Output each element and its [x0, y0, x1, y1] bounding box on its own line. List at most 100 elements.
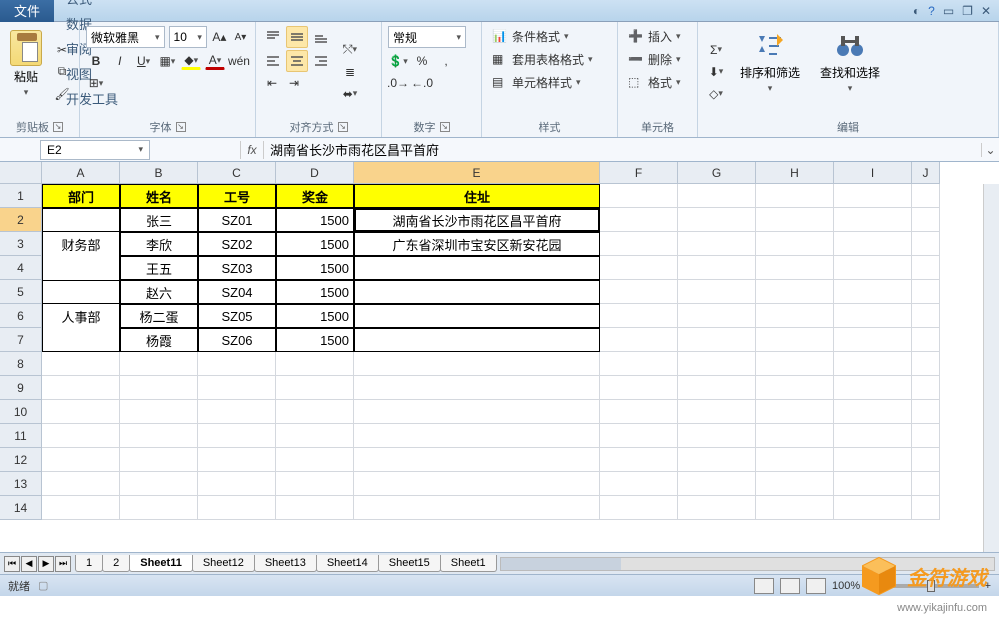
- cell[interactable]: [756, 208, 834, 232]
- vertical-scrollbar[interactable]: [983, 184, 999, 552]
- cell[interactable]: 1500: [276, 328, 354, 352]
- column-header[interactable]: J: [912, 162, 940, 184]
- clipboard-dialog-launcher[interactable]: ↘: [53, 122, 63, 132]
- name-box[interactable]: E2▾: [40, 140, 150, 160]
- cell[interactable]: [42, 352, 120, 376]
- help-icon[interactable]: ?: [928, 4, 935, 18]
- cell[interactable]: [42, 256, 120, 280]
- cell[interactable]: [120, 352, 198, 376]
- cell[interactable]: [756, 280, 834, 304]
- cell[interactable]: SZ06: [198, 328, 276, 352]
- cell[interactable]: SZ03: [198, 256, 276, 280]
- italic-button[interactable]: I: [110, 52, 130, 70]
- cell[interactable]: [834, 208, 912, 232]
- cell[interactable]: [834, 352, 912, 376]
- row-header[interactable]: 10: [0, 400, 42, 424]
- row-header[interactable]: 9: [0, 376, 42, 400]
- ribbon-tab[interactable]: 公式: [54, 0, 130, 11]
- cell[interactable]: [600, 376, 678, 400]
- cell[interactable]: [120, 496, 198, 520]
- cell[interactable]: [600, 496, 678, 520]
- cell[interactable]: [600, 472, 678, 496]
- normal-view-button[interactable]: [754, 578, 774, 594]
- column-header[interactable]: F: [600, 162, 678, 184]
- format-cells-button[interactable]: ⬚格式▾: [624, 72, 691, 93]
- cell[interactable]: 部门: [42, 184, 120, 208]
- cell[interactable]: [276, 352, 354, 376]
- cell[interactable]: [120, 472, 198, 496]
- cell[interactable]: [912, 232, 940, 256]
- font-size-combo[interactable]: 10▾: [169, 26, 207, 48]
- cell[interactable]: 财务部: [42, 232, 120, 256]
- cell[interactable]: [834, 496, 912, 520]
- cell[interactable]: [678, 376, 756, 400]
- phonetic-button[interactable]: wén: [229, 52, 249, 70]
- cell[interactable]: [120, 448, 198, 472]
- decrease-indent-button[interactable]: ⇤: [262, 74, 282, 92]
- cell[interactable]: [756, 328, 834, 352]
- row-header[interactable]: 2: [0, 208, 42, 232]
- sheet-tab[interactable]: Sheet1: [440, 555, 497, 572]
- macro-record-icon[interactable]: ▢: [38, 579, 48, 592]
- cell[interactable]: [42, 208, 120, 232]
- font-dialog-launcher[interactable]: ↘: [176, 122, 186, 132]
- cell[interactable]: 杨霞: [120, 328, 198, 352]
- cell[interactable]: [198, 400, 276, 424]
- cell[interactable]: [120, 400, 198, 424]
- cell[interactable]: [678, 280, 756, 304]
- cell[interactable]: [678, 352, 756, 376]
- cell[interactable]: [912, 184, 940, 208]
- delete-cells-button[interactable]: ➖删除▾: [624, 49, 691, 70]
- row-header[interactable]: 8: [0, 352, 42, 376]
- cell[interactable]: 工号: [198, 184, 276, 208]
- font-color-button[interactable]: A▾: [205, 52, 225, 70]
- cell[interactable]: [42, 328, 120, 352]
- cell[interactable]: SZ04: [198, 280, 276, 304]
- sheet-tab[interactable]: Sheet15: [378, 555, 441, 572]
- underline-button[interactable]: U▾: [134, 52, 154, 70]
- cell[interactable]: [834, 304, 912, 328]
- sort-filter-button[interactable]: 排序和筛选 ▾: [732, 26, 808, 117]
- row-header[interactable]: 3: [0, 232, 42, 256]
- cell[interactable]: [834, 400, 912, 424]
- cell[interactable]: [756, 352, 834, 376]
- cell[interactable]: [756, 304, 834, 328]
- cell[interactable]: [912, 328, 940, 352]
- cell[interactable]: [354, 424, 600, 448]
- prev-sheet-button[interactable]: ◀: [21, 556, 37, 572]
- cell[interactable]: [600, 208, 678, 232]
- autosum-button[interactable]: Σ▾: [706, 41, 726, 59]
- next-sheet-button[interactable]: ▶: [38, 556, 54, 572]
- cell[interactable]: [756, 400, 834, 424]
- cell[interactable]: 1500: [276, 280, 354, 304]
- decrease-font-button[interactable]: A▾: [232, 28, 249, 46]
- cell[interactable]: [120, 424, 198, 448]
- cell[interactable]: [678, 304, 756, 328]
- cell[interactable]: [678, 232, 756, 256]
- cell[interactable]: [600, 304, 678, 328]
- cell[interactable]: [600, 328, 678, 352]
- cell[interactable]: [600, 184, 678, 208]
- cell[interactable]: [198, 496, 276, 520]
- page-layout-view-button[interactable]: [780, 578, 800, 594]
- cell[interactable]: [834, 256, 912, 280]
- cell[interactable]: [756, 448, 834, 472]
- column-header[interactable]: G: [678, 162, 756, 184]
- cell[interactable]: [678, 448, 756, 472]
- close-window-icon[interactable]: ✕: [981, 4, 991, 18]
- cell[interactable]: [834, 328, 912, 352]
- cell[interactable]: [912, 304, 940, 328]
- cell[interactable]: [276, 424, 354, 448]
- font-name-combo[interactable]: 微软雅黑▾: [86, 26, 165, 48]
- cell[interactable]: 1500: [276, 256, 354, 280]
- cell[interactable]: [912, 472, 940, 496]
- file-menu[interactable]: 文件: [0, 0, 54, 22]
- cell[interactable]: [276, 376, 354, 400]
- cell[interactable]: 广东省深圳市宝安区新安花园: [354, 232, 600, 256]
- increase-font-button[interactable]: A▴: [211, 28, 228, 46]
- cell[interactable]: 1500: [276, 304, 354, 328]
- cell[interactable]: [354, 448, 600, 472]
- cell[interactable]: [678, 184, 756, 208]
- bold-button[interactable]: B: [86, 52, 106, 70]
- border-button[interactable]: ▦▾: [157, 52, 177, 70]
